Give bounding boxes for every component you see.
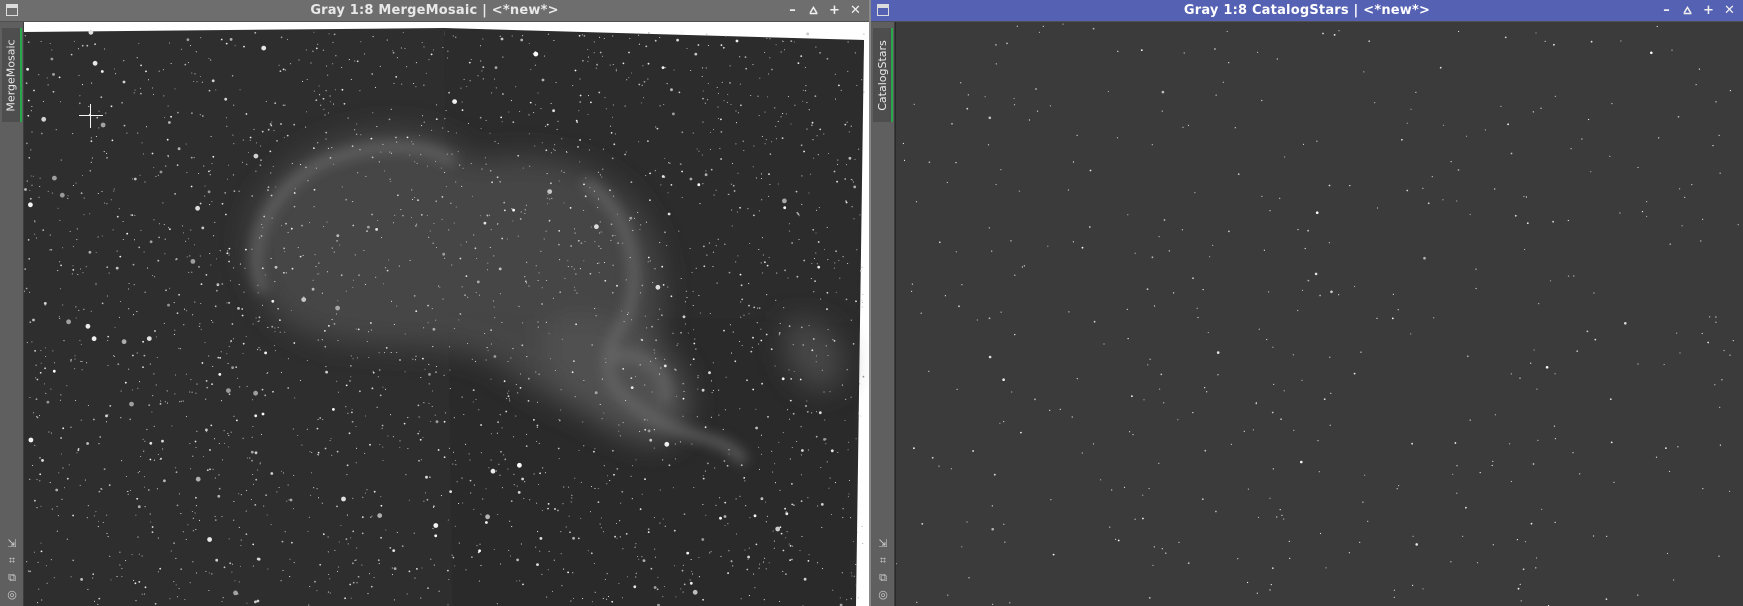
mosaic-image bbox=[24, 28, 865, 606]
minimize-button[interactable]: – bbox=[783, 1, 802, 20]
view-id-tab[interactable]: MergeMosaic bbox=[2, 28, 22, 122]
view-id-label: MergeMosaic bbox=[4, 38, 18, 112]
window-titlebar[interactable]: Gray 1:8 MergeMosaic | <*new*> – ⩟ + ✕ bbox=[0, 0, 869, 22]
maximize-button[interactable]: + bbox=[825, 1, 844, 20]
clone-icon[interactable]: ⧉ bbox=[5, 571, 19, 585]
image-window-catalogstars[interactable]: Gray 1:8 CatalogStars | <*new*> – ⩟ + ✕ … bbox=[871, 0, 1743, 606]
window-menu-icon[interactable] bbox=[6, 4, 18, 16]
target-icon[interactable]: ◎ bbox=[876, 588, 890, 602]
image-window-mergemosaic[interactable]: Gray 1:8 MergeMosaic | <*new*> – ⩟ + ✕ M… bbox=[0, 0, 869, 606]
close-button[interactable]: ✕ bbox=[846, 1, 865, 20]
window-title: Gray 1:8 MergeMosaic | <*new*> bbox=[310, 3, 559, 18]
window-title: Gray 1:8 CatalogStars | <*new*> bbox=[1183, 3, 1431, 18]
fit-view-icon[interactable]: ⇲ bbox=[5, 537, 19, 551]
shade-button[interactable]: ⩟ bbox=[1678, 1, 1697, 20]
clone-icon[interactable]: ⧉ bbox=[876, 571, 890, 585]
fit-view-icon[interactable]: ⇲ bbox=[876, 537, 890, 551]
window-menu-icon[interactable] bbox=[877, 4, 889, 16]
view-sidebar: MergeMosaic ⇲ ⌗ ⧉ ◎ bbox=[0, 22, 24, 606]
view-sidebar: CatalogStars ⇲ ⌗ ⧉ ◎ bbox=[871, 22, 895, 606]
shade-button[interactable]: ⩟ bbox=[804, 1, 823, 20]
image-canvas[interactable] bbox=[895, 22, 1743, 606]
zoom-to-fit-icon[interactable]: ⌗ bbox=[876, 554, 890, 568]
zoom-to-fit-icon[interactable]: ⌗ bbox=[5, 554, 19, 568]
view-id-label: CatalogStars bbox=[875, 39, 889, 111]
maximize-button[interactable]: + bbox=[1699, 1, 1718, 20]
target-icon[interactable]: ◎ bbox=[5, 588, 19, 602]
catalog-stars-image bbox=[896, 22, 1743, 606]
view-id-tab[interactable]: CatalogStars bbox=[873, 28, 893, 122]
close-button[interactable]: ✕ bbox=[1720, 1, 1739, 20]
image-canvas[interactable] bbox=[24, 22, 869, 606]
window-titlebar[interactable]: Gray 1:8 CatalogStars | <*new*> – ⩟ + ✕ bbox=[871, 0, 1743, 22]
minimize-button[interactable]: – bbox=[1657, 1, 1676, 20]
